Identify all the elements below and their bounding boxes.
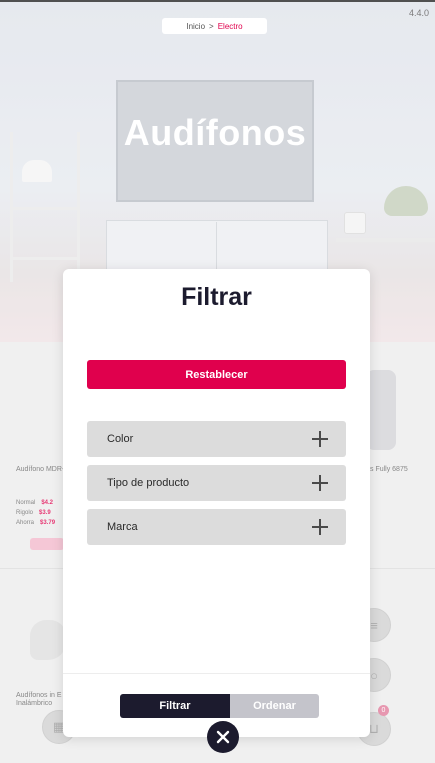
breadcrumb-current: Electro [217,21,243,31]
breadcrumb-separator: > [209,21,214,31]
filter-section-label: Marca [107,521,138,533]
reset-filters-button[interactable]: Restablecer [87,360,346,389]
plus-icon[interactable] [312,431,328,447]
footer-divider [63,673,370,674]
filter-section-brand[interactable]: Marca [87,509,346,545]
modal-title: Filtrar [181,283,252,311]
close-modal-button[interactable] [207,721,239,753]
filter-sort-toggle: Filtrar Ordenar [120,694,319,718]
close-icon [216,730,230,744]
filter-section-color[interactable]: Color [87,421,346,457]
tab-sort[interactable]: Ordenar [230,694,319,718]
tab-filter[interactable]: Filtrar [120,694,230,718]
plus-icon[interactable] [312,519,328,535]
filter-section-product-type[interactable]: Tipo de producto [87,465,346,501]
filter-section-label: Color [107,433,134,445]
breadcrumb-home[interactable]: Inicio [186,22,205,31]
breadcrumb: Inicio > Electro [162,18,267,34]
filter-section-label: Tipo de producto [107,477,190,489]
plus-icon[interactable] [312,475,328,491]
filter-modal: Filtrar Restablecer Color Tipo de produc… [63,269,370,737]
